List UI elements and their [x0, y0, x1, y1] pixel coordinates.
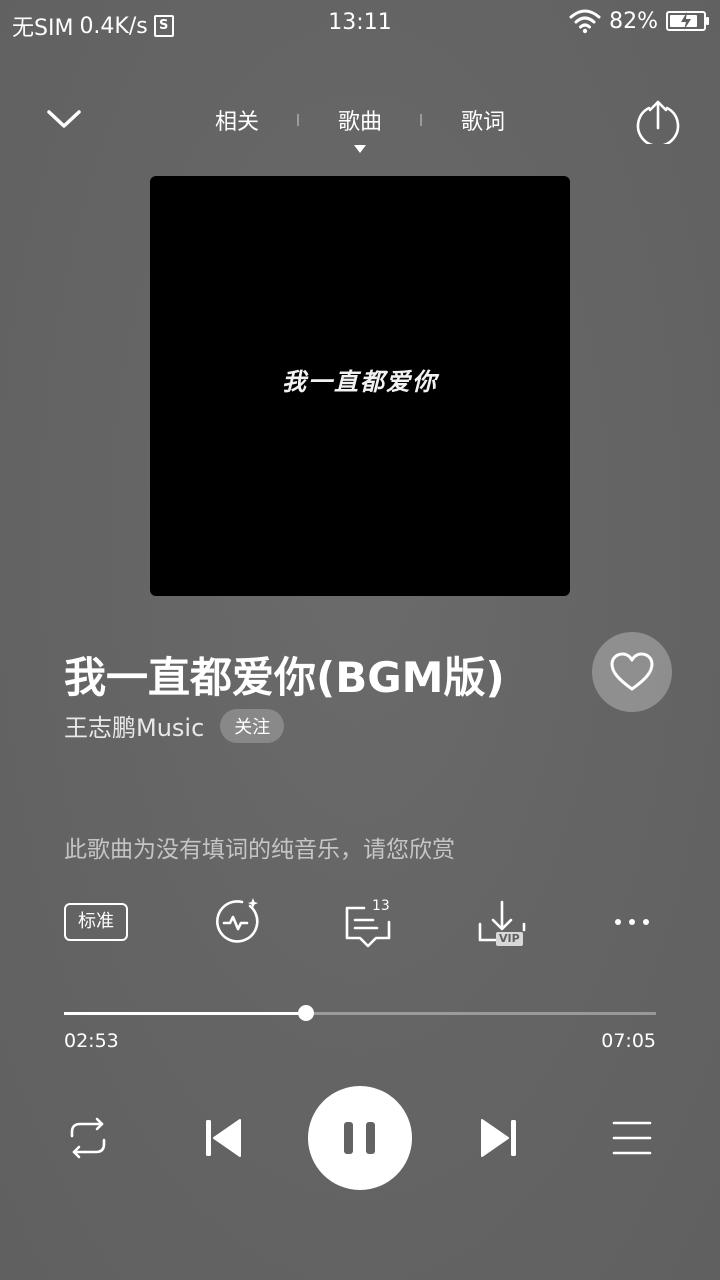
wifi-icon	[569, 9, 601, 34]
album-cover-text: 我一直都爱你	[282, 367, 438, 396]
progress-bar[interactable]	[64, 1005, 656, 1021]
pause-icon-bar	[366, 1122, 375, 1154]
heart-icon	[610, 652, 654, 691]
like-button[interactable]	[592, 632, 672, 712]
repeat-icon	[70, 1117, 106, 1159]
more-button[interactable]	[610, 896, 654, 950]
next-icon	[481, 1119, 516, 1157]
active-tab-indicator	[354, 145, 366, 153]
follow-button[interactable]: 关注	[220, 708, 285, 743]
share-upload-icon	[636, 100, 680, 148]
tab-related[interactable]: 相关	[215, 104, 259, 136]
playlist-button[interactable]	[610, 1114, 654, 1162]
next-button[interactable]	[474, 1114, 522, 1162]
tab-song[interactable]: 歌曲	[338, 104, 382, 136]
status-bar: 无SIM 0.4K/s S 13:11 82%	[0, 0, 720, 46]
repeat-button[interactable]	[64, 1114, 112, 1162]
quality-button[interactable]: 标准	[64, 903, 128, 941]
tab-bar: 相关 歌曲 歌词	[0, 104, 720, 144]
pure-music-notice: 此歌曲为没有填词的纯音乐，请您欣赏	[64, 837, 455, 863]
tab-lyrics[interactable]: 歌词	[461, 104, 505, 136]
sound-effect-button[interactable]	[212, 896, 262, 950]
comment-button[interactable]: 13	[344, 896, 394, 950]
sound-effect-icon	[215, 898, 259, 943]
playlist-icon	[612, 1121, 652, 1155]
song-title: 我一直都爱你(BGM版)	[64, 653, 505, 702]
pause-icon	[344, 1122, 353, 1154]
battery-percent: 82%	[609, 8, 658, 34]
album-cover[interactable]: 我一直都爱你	[150, 176, 570, 596]
artist-name[interactable]: 王志鹏Music	[64, 708, 204, 743]
pause-button[interactable]	[308, 1086, 412, 1190]
vip-badge: VIP	[496, 932, 523, 946]
comment-count: 13	[372, 898, 390, 914]
status-right: 82%	[569, 8, 709, 34]
previous-icon	[206, 1119, 241, 1157]
tab-divider	[420, 114, 422, 126]
previous-button[interactable]	[200, 1114, 248, 1162]
battery-icon	[666, 11, 709, 31]
progress-thumb[interactable]	[297, 1005, 314, 1021]
total-time: 07:05	[601, 1030, 656, 1052]
artist-row: 王志鹏Music 关注	[64, 708, 285, 743]
tab-divider	[297, 114, 299, 126]
progress-fill	[64, 1012, 306, 1015]
download-button[interactable]: VIP	[476, 896, 528, 950]
share-button[interactable]	[634, 96, 682, 148]
more-icon	[615, 919, 649, 925]
elapsed-time: 02:53	[64, 1030, 119, 1052]
